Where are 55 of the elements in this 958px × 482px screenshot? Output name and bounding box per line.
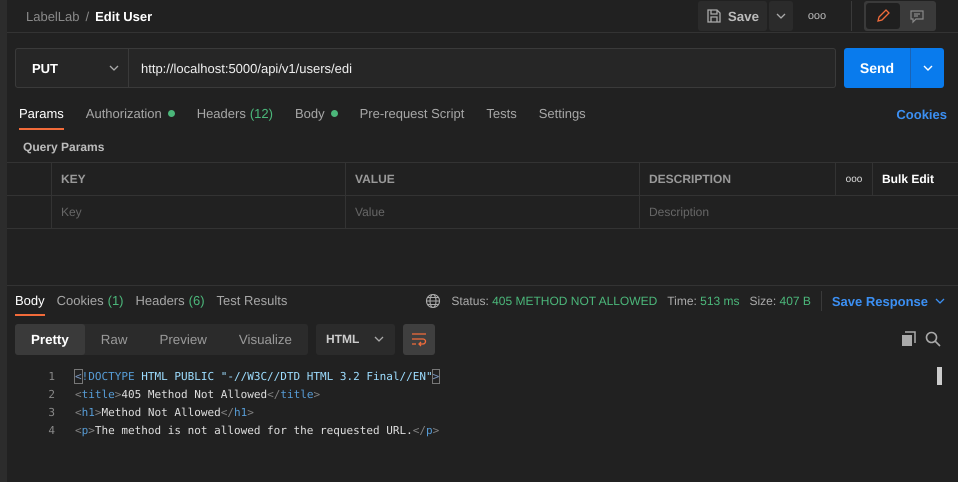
param-field[interactable]: Description — [640, 196, 958, 228]
param-field[interactable]: Key — [52, 196, 346, 228]
request-tab[interactable]: Body — [294, 98, 338, 130]
method-dropdown[interactable]: PUT — [15, 48, 129, 88]
save-icon — [706, 8, 722, 24]
line-number: 3 — [47, 406, 56, 418]
request-tab[interactable]: Settings — [538, 98, 586, 130]
response-tab[interactable]: Test Results — [216, 286, 288, 316]
code-line: <h1>Method Not Allowed</h1> — [75, 406, 254, 418]
column-header: KEY — [52, 163, 346, 195]
comment-icon — [909, 8, 925, 24]
request-tab[interactable]: Authorization — [86, 98, 175, 130]
request-tab[interactable]: Params — [19, 98, 64, 130]
request-tab[interactable]: Headers (12) — [196, 98, 273, 130]
request-title: Edit User — [95, 8, 152, 24]
copy-icon[interactable] — [901, 331, 917, 347]
param-field[interactable]: Value — [346, 196, 640, 228]
wrap-icon — [410, 331, 428, 347]
column-header: DESCRIPTION — [640, 163, 836, 195]
line-number: 4 — [47, 424, 56, 436]
cookies-link[interactable]: Cookies — [896, 106, 947, 122]
code-line: <title>405 Method Not Allowed</title> — [75, 388, 320, 400]
wrap-lines-button[interactable] — [403, 324, 436, 354]
save-response-button[interactable]: Save Response — [832, 294, 946, 308]
view-mode-tab[interactable]: Pretty — [15, 324, 85, 354]
code-line: <p>The method is not allowed for the requested URL.</p> — [75, 424, 440, 436]
response-tab[interactable]: Headers (6) — [136, 286, 205, 316]
workspace-link[interactable]: LabelLab — [26, 8, 80, 24]
save-button[interactable]: Save — [698, 1, 767, 31]
scrollbar-thumb[interactable] — [937, 367, 942, 385]
section-title: Query Params — [22, 139, 106, 156]
view-mode-tab[interactable]: Preview — [143, 324, 223, 354]
view-mode-tab[interactable]: Visualize — [222, 324, 308, 354]
request-tab[interactable]: Tests — [486, 98, 517, 130]
response-tab[interactable]: Body — [15, 286, 45, 316]
view-mode-tab[interactable]: Raw — [84, 324, 144, 354]
url-field[interactable]: http://localhost:5000/api/v1/users/edi — [129, 48, 836, 88]
globe-icon — [425, 293, 442, 309]
more-button[interactable]: ooo — [795, 1, 839, 31]
status-item: Size: 407 B — [750, 294, 811, 308]
format-dropdown[interactable]: HTML — [316, 324, 396, 354]
status-item: Time: 513 ms — [667, 294, 740, 308]
line-number: 2 — [47, 388, 56, 400]
bulk-edit-button[interactable]: Bulk Edit — [873, 163, 958, 195]
pencil-button[interactable] — [866, 3, 900, 29]
code-line: <!DOCTYPE HTML PUBLIC "-//W3C//DTD HTML 3.2 Final//EN"> — [75, 370, 440, 382]
search-icon[interactable] — [925, 331, 941, 347]
more-button[interactable]: ooo — [836, 163, 873, 195]
status-item: Status: 405 METHOD NOT ALLOWED — [451, 294, 658, 308]
response-tab[interactable]: Cookies (1) — [56, 286, 124, 316]
line-number: 1 — [47, 370, 56, 382]
column-header: VALUE — [346, 163, 640, 195]
request-tab[interactable]: Pre-request Script — [360, 98, 464, 130]
pencil-icon — [875, 8, 891, 24]
breadcrumb-separator: / — [86, 8, 90, 24]
